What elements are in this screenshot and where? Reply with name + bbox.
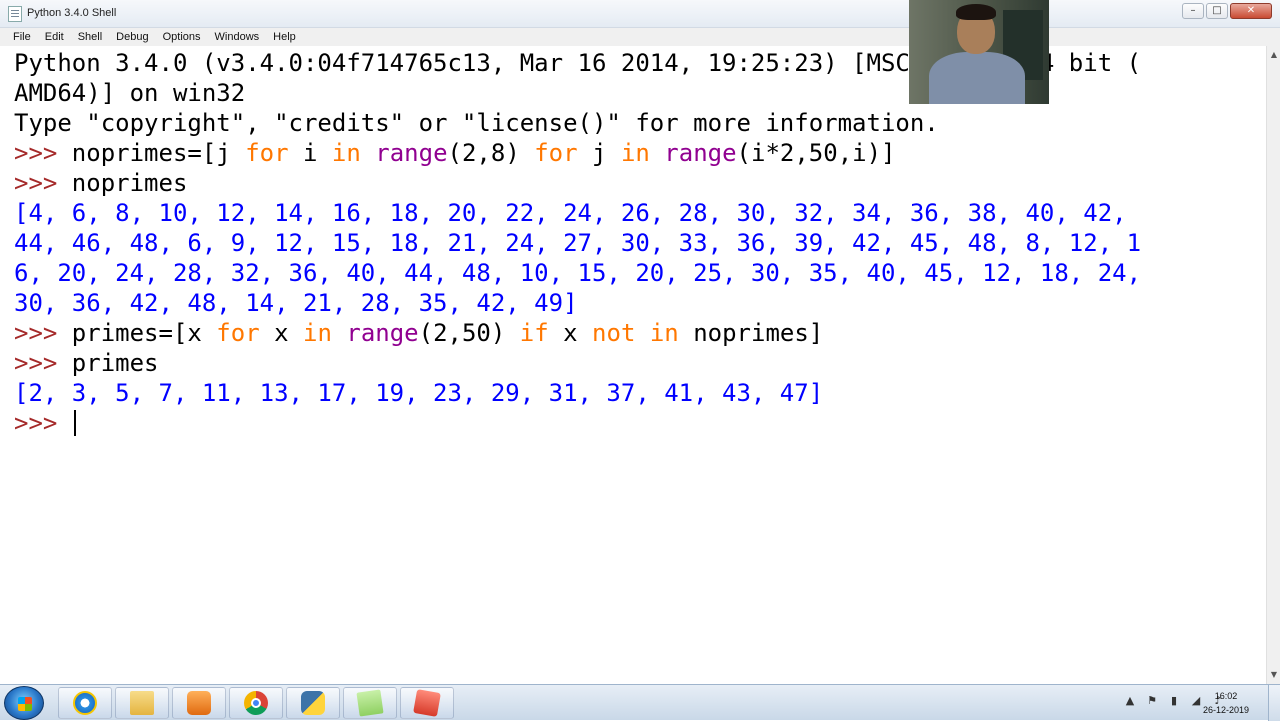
keyword-token: for xyxy=(216,319,260,347)
code-token: i xyxy=(288,139,332,167)
scroll-down-icon[interactable]: ▼ xyxy=(1269,670,1279,680)
builtin-token: range xyxy=(375,139,448,167)
title-bar[interactable]: Python 3.4.0 Shell – □ ✕ xyxy=(0,0,1280,28)
banner-line-2: AMD64)] on win32 xyxy=(14,79,246,107)
webcam-person-body xyxy=(929,52,1025,104)
input-line-noprimes: >>> noprimes xyxy=(14,168,187,198)
webcam-person-hair xyxy=(956,4,996,20)
vertical-scrollbar[interactable]: ▲ ▼ xyxy=(1266,46,1280,684)
menu-help[interactable]: Help xyxy=(266,31,303,43)
internet-explorer-icon xyxy=(73,691,97,715)
shell-prompt: >>> xyxy=(14,349,72,377)
window-controls: – □ ✕ xyxy=(1182,3,1272,19)
maximize-button[interactable]: □ xyxy=(1206,3,1228,19)
webcam-overlay xyxy=(909,0,1049,104)
chrome-icon xyxy=(244,691,268,715)
output-line: 44, 46, 48, 6, 9, 12, 15, 18, 21, 24, 27… xyxy=(14,229,1142,257)
shell-prompt: >>> xyxy=(14,139,72,167)
menu-edit[interactable]: Edit xyxy=(38,31,71,43)
idle-shell-window: Python 3.4.0 Shell – □ ✕ File Edit Shell… xyxy=(0,0,1280,684)
taskbar-python-idle[interactable] xyxy=(286,687,340,719)
shell-text-area[interactable]: Python 3.4.0 (v3.4.0:04f714765c13, Mar 1… xyxy=(8,48,1266,682)
code-token: primes=[x xyxy=(71,319,217,347)
shell-prompt: >>> xyxy=(14,169,72,197)
keyword-token: in xyxy=(303,319,332,347)
shell-prompt: >>> xyxy=(14,319,72,347)
snipping-tool-icon xyxy=(413,689,441,717)
code-token: primes xyxy=(71,349,159,377)
system-clock[interactable]: 16:02 26-12-2019 xyxy=(1196,689,1256,717)
taskbar-file-explorer[interactable] xyxy=(115,687,169,719)
keyword-token: not in xyxy=(592,319,679,347)
builtin-token: range xyxy=(664,139,737,167)
file-explorer-icon xyxy=(130,691,154,715)
minimize-button[interactable]: – xyxy=(1182,3,1204,19)
idle-app-icon xyxy=(8,6,22,22)
code-token: noprimes xyxy=(71,169,188,197)
code-token: noprimes=[j xyxy=(71,139,246,167)
code-token: x xyxy=(259,319,304,347)
windows-logo-icon xyxy=(18,697,32,711)
menu-file[interactable]: File xyxy=(6,31,38,43)
code-token: x xyxy=(548,319,593,347)
current-input-line[interactable]: >>> xyxy=(14,408,76,438)
keyword-token: in xyxy=(620,139,650,167)
show-hidden-icons-icon[interactable]: ▲ xyxy=(1122,693,1138,709)
sticky-notes-icon xyxy=(356,689,384,717)
input-line-noprimes-def: >>> noprimes=[j for i in range(2,8) for … xyxy=(14,138,896,168)
taskbar-internet-explorer[interactable] xyxy=(58,687,112,719)
output-line: 6, 20, 24, 28, 32, 36, 40, 44, 48, 10, 1… xyxy=(14,259,1142,287)
scroll-up-icon[interactable]: ▲ xyxy=(1269,50,1279,60)
window-title: Python 3.4.0 Shell xyxy=(27,7,117,19)
menu-debug[interactable]: Debug xyxy=(109,31,155,43)
start-button[interactable] xyxy=(4,686,44,720)
taskbar-snipping-tool[interactable] xyxy=(400,687,454,719)
menu-options[interactable]: Options xyxy=(156,31,208,43)
input-line-primes-def: >>> primes=[x for x in range(2,50) if x … xyxy=(14,318,823,348)
output-line: 30, 36, 42, 48, 14, 21, 28, 35, 42, 49] xyxy=(14,289,578,317)
code-token: (i*2,50,i)] xyxy=(736,139,896,167)
output-line: [4, 6, 8, 10, 12, 14, 16, 18, 20, 22, 24… xyxy=(14,199,1127,227)
menu-bar: File Edit Shell Debug Options Windows He… xyxy=(0,28,1280,46)
code-token: j xyxy=(577,139,621,167)
taskbar-chrome[interactable] xyxy=(229,687,283,719)
output-line: [2, 3, 5, 7, 11, 13, 17, 19, 23, 29, 31,… xyxy=(14,379,824,407)
python-idle-icon xyxy=(301,691,325,715)
close-button[interactable]: ✕ xyxy=(1230,3,1272,19)
clock-date: 26-12-2019 xyxy=(1202,705,1250,715)
menu-shell[interactable]: Shell xyxy=(71,31,109,43)
keyword-token: for xyxy=(245,139,289,167)
code-token: (2,50) xyxy=(418,319,520,347)
shell-prompt: >>> xyxy=(14,409,72,437)
input-line-primes: >>> primes xyxy=(14,348,159,378)
menu-windows[interactable]: Windows xyxy=(208,31,267,43)
keyword-token: for xyxy=(534,139,578,167)
taskbar: ▲ ⚑ ▮ ◢ ♪ 16:02 26-12-2019 xyxy=(0,684,1280,721)
builtin-token: range xyxy=(346,319,419,347)
code-token: (2,8) xyxy=(447,139,535,167)
action-center-flag-icon[interactable]: ⚑ xyxy=(1144,693,1160,709)
taskbar-sticky-notes[interactable] xyxy=(343,687,397,719)
code-token: noprimes] xyxy=(678,319,824,347)
banner-line-3: Type "copyright", "credits" or "license(… xyxy=(14,109,939,137)
keyword-token: if xyxy=(519,319,549,347)
media-player-icon xyxy=(187,691,211,715)
show-desktop-button[interactable] xyxy=(1268,685,1280,721)
text-cursor xyxy=(73,410,76,436)
battery-icon[interactable]: ▮ xyxy=(1166,693,1182,709)
clock-time: 16:02 xyxy=(1214,691,1238,701)
taskbar-media-player[interactable] xyxy=(172,687,226,719)
keyword-token: in xyxy=(331,139,361,167)
